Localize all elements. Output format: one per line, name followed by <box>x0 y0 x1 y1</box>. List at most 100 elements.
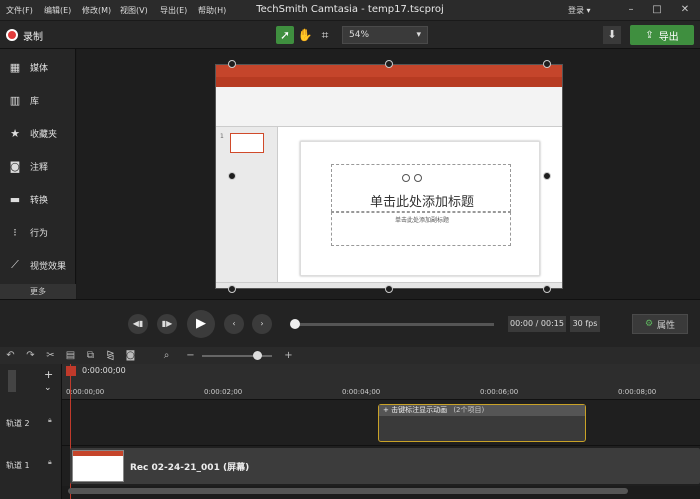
subtitle-placeholder-box: 单击此处添加副标题 <box>331 212 511 246</box>
cut-icon[interactable]: ✂ <box>44 349 57 362</box>
transition-icon: ▬ <box>9 192 21 206</box>
playhead-marker[interactable] <box>66 366 76 376</box>
step-forward-icon[interactable]: ▮▶ <box>157 314 177 334</box>
ruler-tick: 0:00:02;00 <box>204 388 243 396</box>
rotate-handle-icon <box>414 174 422 182</box>
resize-handle[interactable] <box>228 60 236 68</box>
zoom-icon: ⌕ <box>163 350 170 361</box>
tools-sidebar: ▦ 媒体 ▥ 库 ★ 收藏夹 ◙ 注释 ▬ 转换 ⁝ 行为 ⟋ 视觉效果 更多 <box>0 49 76 299</box>
resize-handle[interactable] <box>385 60 393 68</box>
export-button[interactable]: ⇪ 导出 <box>630 25 694 45</box>
sidebar-item-label: 转换 <box>30 195 49 206</box>
clip-thumbnail <box>72 450 124 482</box>
sidebar-item-visual-effects[interactable]: ⟋ 视觉效果 <box>0 249 76 281</box>
timeline-ruler[interactable]: 0:00:00;00 0:00:00;00 0:00:02;00 0:00:04… <box>62 364 700 400</box>
minimize-icon[interactable]: – <box>622 2 640 18</box>
sidebar-item-label: 视觉效果 <box>30 261 67 272</box>
add-track-icon[interactable]: + <box>44 368 53 381</box>
track-label: 轨道 2 <box>6 419 30 428</box>
login-menu[interactable]: 登录 ▾ <box>568 5 591 16</box>
zoom-value: 54% <box>349 30 370 40</box>
undo-icon[interactable]: ↶ <box>4 349 17 362</box>
sidebar-item-annotations[interactable]: ◙ 注释 <box>0 150 76 182</box>
maximize-icon[interactable]: □ <box>648 2 666 18</box>
split-icon[interactable]: ⧎ <box>104 349 117 362</box>
step-back-icon[interactable]: ◀▮ <box>128 314 148 334</box>
zoom-select[interactable]: 54% ▾ <box>342 26 428 44</box>
download-icon[interactable]: ⬇ <box>603 26 621 44</box>
behavior-icon: ⁝ <box>13 225 17 239</box>
wand-icon: ⟋ <box>11 258 19 271</box>
scrubber-track[interactable] <box>294 323 494 326</box>
sidebar-item-transitions[interactable]: ▬ 转换 <box>0 183 76 215</box>
ruler-tick: 0:00:08;00 <box>618 388 657 396</box>
sidebar-item-label: 注释 <box>30 162 49 173</box>
pan-tool-icon[interactable]: ✋ <box>296 26 314 44</box>
zoom-out-icon[interactable]: − <box>184 349 197 362</box>
sidebar-item-label: 行为 <box>30 228 49 239</box>
playback-bar: ◀▮ ▮▶ ▶ ‹ › 00:00 / 00:15 30 fps ⚙ 属性 <box>0 299 700 347</box>
record-icon <box>6 29 18 41</box>
upload-icon: ⇪ <box>645 29 654 41</box>
library-icon: ▥ <box>9 93 21 107</box>
resize-handle[interactable] <box>228 172 236 180</box>
star-icon: ★ <box>10 126 20 140</box>
timeline-zoom-handle[interactable] <box>253 351 262 360</box>
callout-group-clip[interactable]: + 击键标注显示动画 (2个项目) <box>378 404 586 442</box>
snapshot-icon[interactable]: ◙ <box>124 349 137 362</box>
film-icon: ▦ <box>9 60 21 74</box>
resize-handle[interactable] <box>385 285 393 293</box>
properties-button[interactable]: ⚙ 属性 <box>632 314 688 334</box>
pointer-tool-icon[interactable]: ➚ <box>276 26 294 44</box>
slide-thumbnail <box>230 133 264 153</box>
time-display: 00:00 / 00:15 <box>508 316 566 332</box>
callout-clip-label: + 击键标注显示动画 <box>383 406 448 414</box>
zoom-in-icon[interactable]: + <box>282 349 295 362</box>
next-icon[interactable]: › <box>252 314 272 334</box>
crop-tool-icon[interactable]: ⌗ <box>316 26 334 44</box>
timeline-horizontal-scrollbar[interactable] <box>68 488 628 494</box>
resize-handle[interactable] <box>543 285 551 293</box>
sidebar-item-library[interactable]: ▥ 库 <box>0 84 76 116</box>
export-label: 导出 <box>658 31 679 43</box>
properties-label: 属性 <box>657 320 676 331</box>
clip-thumbnail-header <box>73 451 123 456</box>
resize-handle[interactable] <box>543 172 551 180</box>
track-headers: + ⌄ 轨道 2 🔒︎ 轨道 1 🔒︎ <box>0 364 62 499</box>
resize-handle[interactable] <box>228 285 236 293</box>
redo-icon[interactable]: ↷ <box>24 349 37 362</box>
ppt-thumbnail-pane: 1 <box>216 127 278 282</box>
copy-icon[interactable]: ▤ <box>64 349 77 362</box>
sidebar-item-label: 库 <box>30 96 40 107</box>
scrubber-handle[interactable] <box>290 319 300 329</box>
timeline-toolbar: ↶ ↷ ✂ ▤ ⧉ ⧎ ◙ ⌕ − + <box>0 347 700 364</box>
sidebar-item-media[interactable]: ▦ 媒体 <box>0 51 76 83</box>
previous-icon[interactable]: ‹ <box>224 314 244 334</box>
main-toolbar: 录制 ➚ ✋ ⌗ 54% ▾ ⬇ ⇪ 导出 <box>0 21 700 49</box>
resize-handle[interactable] <box>543 60 551 68</box>
track-label: 轨道 1 <box>6 461 30 470</box>
play-icon[interactable]: ▶ <box>187 310 215 338</box>
menubar: 文件(F) 编辑(E) 修改(M) 视图(V) 导出(E) 帮助(H) Tech… <box>0 0 700 21</box>
track-lock-icon[interactable]: 🔒︎ <box>48 458 52 467</box>
more-button[interactable]: 更多 <box>0 284 76 299</box>
paste-icon[interactable]: ⧉ <box>84 349 97 362</box>
callout-clip-header: + 击键标注显示动画 (2个项目) <box>379 405 585 416</box>
close-icon[interactable]: ✕ <box>676 2 694 18</box>
sidebar-item-favorites[interactable]: ★ 收藏夹 <box>0 117 76 149</box>
track-lock-icon[interactable]: 🔒︎ <box>48 416 52 425</box>
chevron-down-icon[interactable]: ⌄ <box>44 383 52 393</box>
track-height-slider[interactable] <box>8 370 16 392</box>
fps-display[interactable]: 30 fps <box>570 316 600 332</box>
ruler-tick: 0:00:06;00 <box>480 388 519 396</box>
record-button[interactable]: 录制 <box>6 27 43 43</box>
screen-recording-preview[interactable]: 1 单击此处添加标题 单击此处添加副标题 <box>215 64 563 289</box>
gear-icon: ⚙ <box>644 319 654 329</box>
recording-clip[interactable]: Rec 02-24-21_001 (屏幕) <box>70 448 700 484</box>
sidebar-item-behaviors[interactable]: ⁝ 行为 <box>0 216 76 248</box>
rotate-handle-icon <box>402 174 410 182</box>
chevron-down-icon: ▾ <box>416 30 421 40</box>
recording-clip-label: Rec 02-24-21_001 (屏幕) <box>130 463 250 473</box>
sidebar-item-label: 媒体 <box>30 63 49 74</box>
sidebar-item-label: 收藏夹 <box>30 129 58 140</box>
